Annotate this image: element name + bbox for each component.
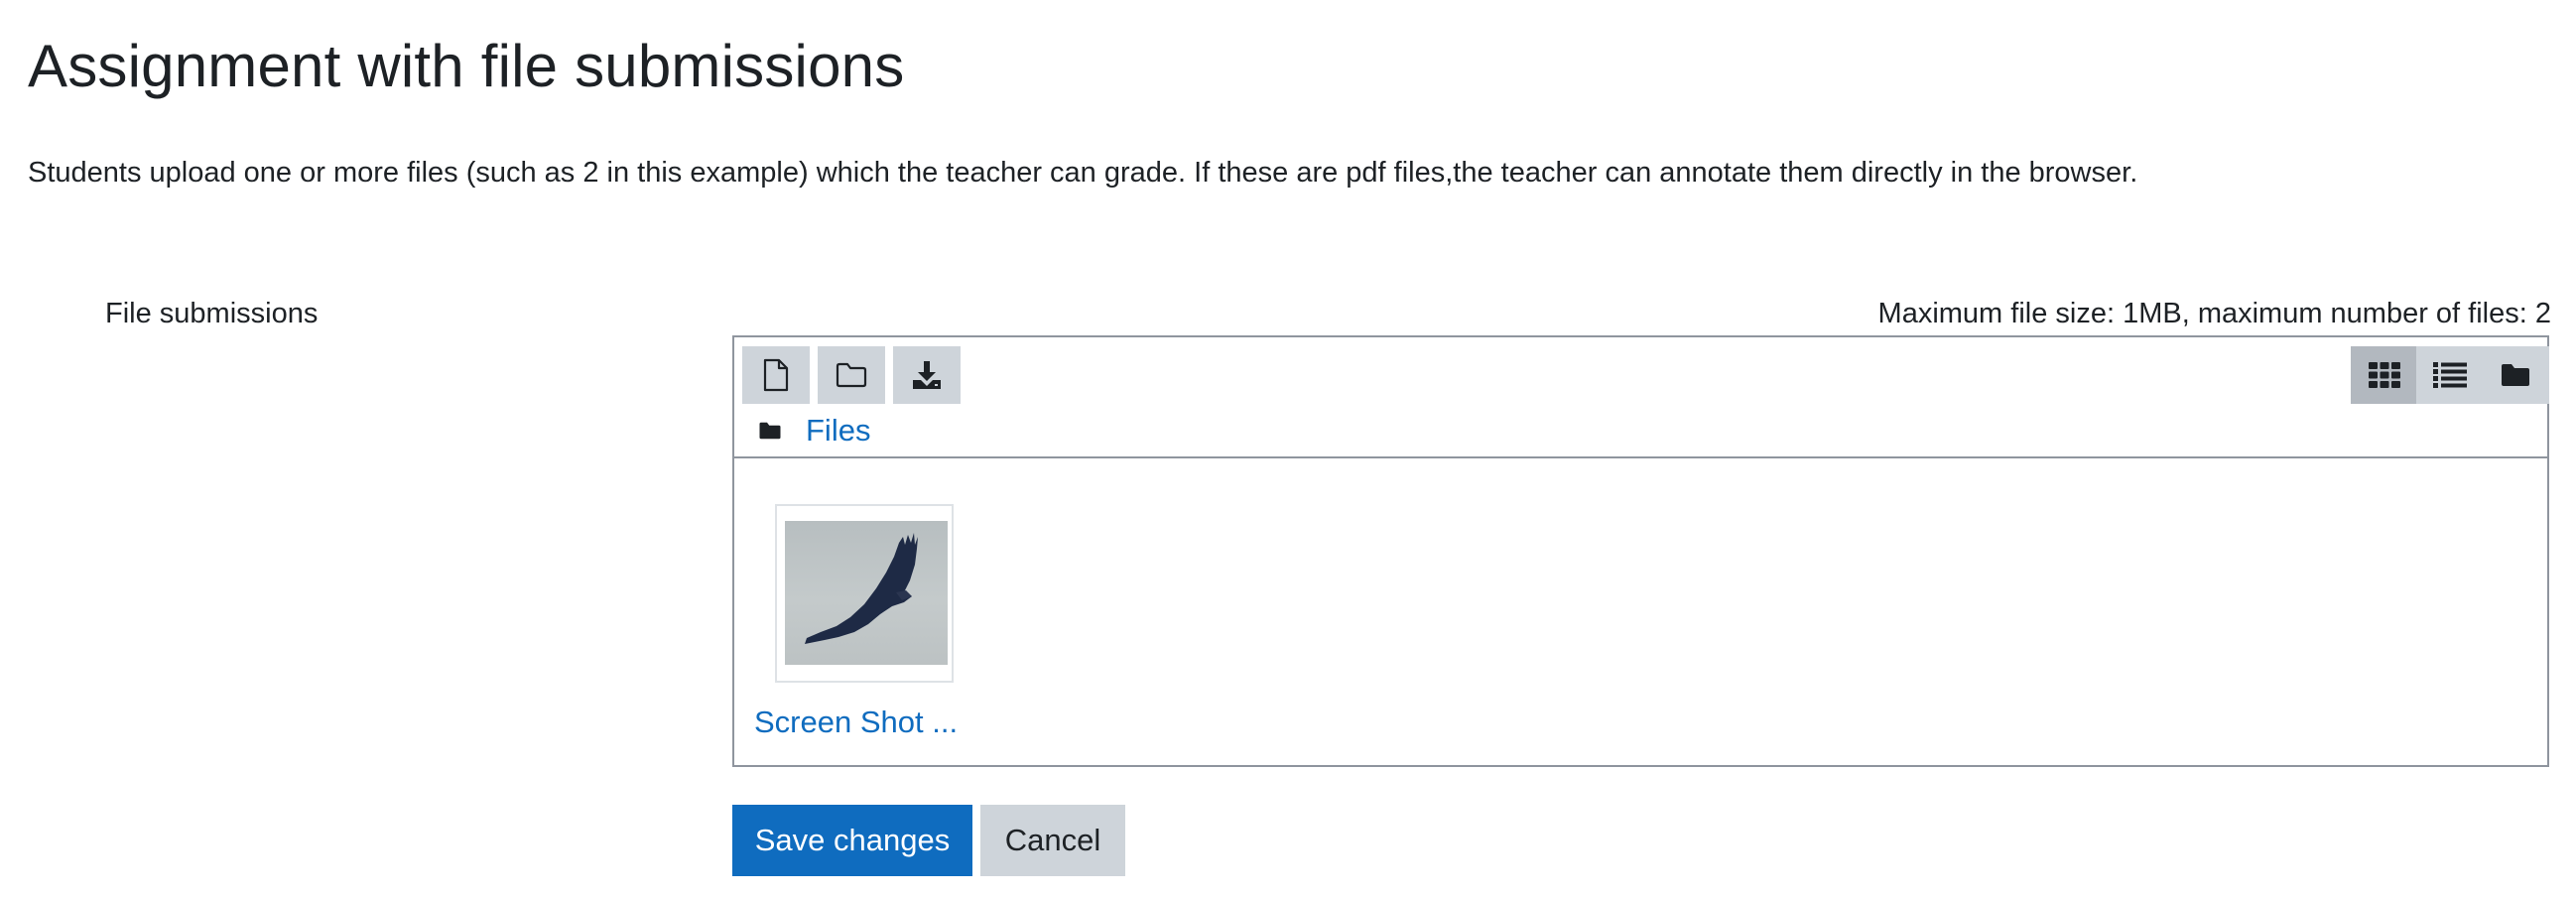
file-manager: Files Screen Shot ... [732,335,2549,767]
eagle-thumbnail-image [785,521,948,665]
save-changes-button[interactable]: Save changes [732,805,972,876]
create-folder-icon [836,362,867,388]
view-icons-button[interactable] [2351,346,2418,404]
download-all-icon [913,361,941,389]
view-list-button[interactable] [2416,346,2484,404]
add-file-button[interactable] [742,346,810,404]
download-all-button[interactable] [893,346,961,404]
folder-solid-icon [758,421,782,441]
tree-view-icon [2502,364,2529,386]
file-name-link[interactable]: Screen Shot ... [754,705,958,740]
view-tree-button[interactable] [2482,346,2549,404]
icons-view-icon [2369,362,2400,388]
create-folder-button[interactable] [818,346,885,404]
file-submissions-label: File submissions [105,298,319,329]
add-file-icon [763,358,789,392]
breadcrumb-files-link[interactable]: Files [806,413,870,449]
list-view-icon [2433,362,2467,388]
assignment-description: Students upload one or more files (such … [28,157,2138,189]
file-limits-text: Maximum file size: 1MB, maximum number o… [1877,298,2551,329]
file-manager-toolbar: Files [734,337,2549,458]
breadcrumb: Files [758,411,870,450]
cancel-button[interactable]: Cancel [980,805,1125,876]
file-thumbnail-tile[interactable] [775,504,954,683]
page-title: Assignment with file submissions [28,33,905,99]
